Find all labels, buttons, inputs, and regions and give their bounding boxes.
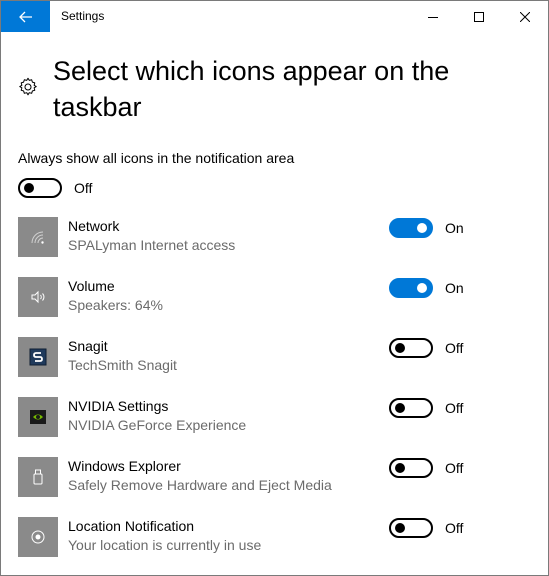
network-wifi-icon bbox=[18, 217, 58, 257]
title-bar: Settings bbox=[1, 1, 548, 32]
item-text: Volume Speakers: 64% bbox=[68, 277, 163, 315]
gear-icon bbox=[19, 77, 37, 96]
maximize-icon bbox=[474, 11, 484, 22]
item-state: Off bbox=[445, 520, 464, 536]
item-text: Snagit TechSmith Snagit bbox=[68, 337, 177, 375]
item-name: Windows Explorer bbox=[68, 458, 181, 474]
item-name: Location Notification bbox=[68, 518, 195, 534]
toggle-knob bbox=[24, 183, 34, 193]
windows-explorer-toggle[interactable] bbox=[389, 458, 433, 478]
always-show-label: Always show all icons in the notificatio… bbox=[18, 150, 295, 166]
back-arrow-icon bbox=[18, 11, 32, 22]
page-title: Select which icons appear on the taskbar bbox=[53, 56, 450, 122]
item-text: Location Notification Your location is c… bbox=[68, 517, 261, 555]
item-name: Volume bbox=[68, 278, 115, 294]
location-icon bbox=[18, 517, 58, 557]
item-text: NVIDIA Settings NVIDIA GeForce Experienc… bbox=[68, 397, 246, 435]
always-show-toggle[interactable] bbox=[18, 178, 62, 198]
item-toggle-group: Off bbox=[389, 338, 463, 358]
maximize-button[interactable] bbox=[456, 1, 502, 32]
window-title: Settings bbox=[61, 9, 105, 23]
list-item-nvidia-settings: NVIDIA Settings NVIDIA GeForce Experienc… bbox=[18, 397, 533, 439]
item-description: Safely Remove Hardware and Eject Media bbox=[68, 477, 332, 493]
minimize-icon bbox=[428, 16, 438, 18]
list-item-volume: Volume Speakers: 64% On bbox=[18, 277, 533, 319]
item-toggle-group: On bbox=[389, 278, 464, 298]
speaker-icon bbox=[18, 277, 58, 317]
toggle-knob bbox=[417, 283, 427, 293]
item-state: Off bbox=[445, 400, 464, 416]
item-description: TechSmith Snagit bbox=[68, 357, 177, 373]
back-button[interactable] bbox=[1, 1, 50, 32]
item-toggle-group: On bbox=[389, 218, 464, 238]
item-toggle-group: Off bbox=[389, 458, 463, 478]
item-description: Your location is currently in use bbox=[68, 537, 262, 553]
close-icon bbox=[520, 11, 530, 22]
item-description: SPALyman Internet access bbox=[68, 237, 236, 253]
nvidia-toggle[interactable] bbox=[389, 398, 433, 418]
item-name: NVIDIA Settings bbox=[68, 398, 169, 414]
toggle-knob bbox=[395, 403, 405, 413]
list-item-network: Network SPALyman Internet access On bbox=[18, 217, 533, 259]
always-show-toggle-group: Off bbox=[18, 178, 92, 198]
item-toggle-group: Off bbox=[389, 398, 463, 418]
always-show-state: Off bbox=[74, 180, 93, 196]
item-state: On bbox=[445, 220, 464, 236]
item-toggle-group: Off bbox=[389, 518, 463, 538]
list-item-snagit: Snagit TechSmith Snagit Off bbox=[18, 337, 533, 379]
snagit-icon bbox=[18, 337, 58, 377]
toggle-knob bbox=[395, 463, 405, 473]
toggle-knob bbox=[417, 223, 427, 233]
toggle-knob bbox=[395, 523, 405, 533]
item-state: Off bbox=[445, 340, 464, 356]
snagit-toggle[interactable] bbox=[389, 338, 433, 358]
usb-drive-icon bbox=[18, 457, 58, 497]
item-name: Snagit bbox=[68, 338, 108, 354]
list-item-location-notification: Location Notification Your location is c… bbox=[18, 517, 533, 559]
minimize-button[interactable] bbox=[410, 1, 456, 32]
item-state: On bbox=[445, 280, 464, 296]
item-name: Network bbox=[68, 218, 120, 234]
item-text: Windows Explorer Safely Remove Hardware … bbox=[68, 457, 332, 495]
network-toggle[interactable] bbox=[389, 218, 433, 238]
toggle-knob bbox=[395, 343, 405, 353]
item-state: Off bbox=[445, 460, 464, 476]
location-notification-toggle[interactable] bbox=[389, 518, 433, 538]
item-text: Network SPALyman Internet access bbox=[68, 217, 235, 255]
close-button[interactable] bbox=[502, 1, 548, 32]
list-item-windows-explorer: Windows Explorer Safely Remove Hardware … bbox=[18, 457, 533, 499]
volume-toggle[interactable] bbox=[389, 278, 433, 298]
settings-window: Settings Select which icons appear on th… bbox=[0, 0, 549, 576]
item-description: Speakers: 64% bbox=[68, 297, 163, 313]
item-description: NVIDIA GeForce Experience bbox=[68, 417, 247, 433]
nvidia-icon bbox=[18, 397, 58, 437]
